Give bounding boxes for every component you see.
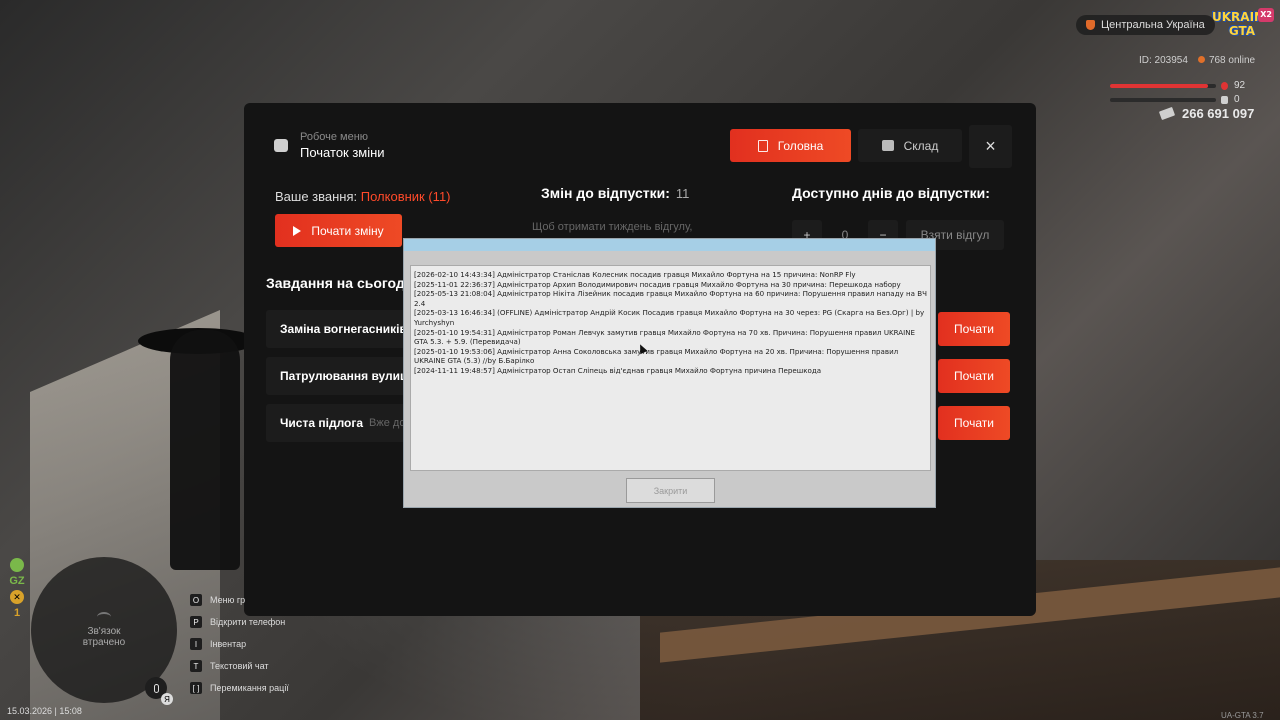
heart-icon — [1221, 82, 1228, 90]
money-display: 266 691 097 — [1158, 106, 1255, 121]
key-hints: O Меню гр P Відкрити телефон I Інвентар T Те… — [190, 589, 289, 699]
task-sub: Вже до — [369, 417, 406, 429]
key-hint-label: Текстовий чат — [210, 661, 269, 671]
tasks-heading: Завдання на сьогод — [266, 275, 405, 291]
dialog-titlebar[interactable] — [404, 239, 935, 251]
key: I — [190, 638, 202, 650]
briefcase-icon — [274, 139, 288, 152]
task-start-button[interactable]: Почати — [938, 312, 1010, 346]
shifts-to-vacation: Змін до відпустки: 11 — [541, 185, 689, 201]
task-name: Заміна вогнегасників — [280, 322, 406, 336]
start-shift-button[interactable]: Почати зміну — [275, 214, 402, 247]
shield-icon — [1086, 20, 1095, 30]
tab-storage[interactable]: Склад — [858, 129, 962, 162]
date-time: 15.03.2026 | 15:08 — [7, 706, 82, 716]
menu-header: Робоче меню Початок зміни — [274, 131, 385, 160]
armor-bar — [1110, 98, 1216, 102]
log-entry: [2026-02-10 14:43:34] Адміністратор Стан… — [414, 270, 856, 279]
key-hint: I Інвентар — [190, 633, 289, 655]
punishment-log-dialog: [2026-02-10 14:43:34] Адміністратор Стан… — [403, 238, 936, 508]
close-button[interactable]: × — [969, 125, 1012, 168]
region-label: Центральна Україна — [1101, 19, 1205, 31]
key: O — [190, 594, 202, 606]
start-shift-label: Почати зміну — [311, 223, 384, 238]
key-hint: [ ] Перемикання рації — [190, 677, 289, 699]
gz-count: 1 — [13, 607, 21, 619]
task-name: Патрулювання вулиць — [280, 369, 406, 383]
armor-icon — [1221, 96, 1228, 104]
tab-main-label: Головна — [777, 138, 824, 153]
key: P — [190, 616, 202, 628]
dialog-close-button[interactable]: Закрити — [626, 478, 715, 503]
gz-label: GZ — [9, 575, 25, 587]
board-icon — [757, 139, 768, 152]
armor-value: 0 — [1234, 94, 1240, 105]
shifts-note: Щоб отримати тиждень відгулу, — [532, 221, 693, 233]
key-hint: T Текстовий чат — [190, 655, 289, 677]
key-hint-label: Меню гр — [210, 595, 246, 605]
voice-badge: Я — [161, 693, 173, 705]
voice-chat-button[interactable]: Я — [145, 677, 173, 705]
no-signal-icon — [97, 612, 111, 622]
health-value: 92 — [1234, 80, 1246, 91]
shifts-value: 11 — [675, 186, 690, 201]
log-entry: [2025-03-13 16:46:34] (OFFLINE) Адмініст… — [414, 308, 925, 327]
online-count: 768 online — [1197, 55, 1255, 66]
key: [ ] — [190, 682, 202, 694]
gang-zone-indicator: GZ ✕ 1 — [9, 558, 25, 619]
menu-title: Початок зміни — [300, 145, 385, 160]
region-indicator: Центральна Україна — [1076, 15, 1215, 35]
money-value: 266 691 097 — [1182, 106, 1255, 121]
menu-subtitle: Робоче меню — [300, 131, 369, 143]
player-info: ID: 203954 768 online — [1139, 55, 1255, 66]
close-icon: × — [985, 136, 996, 156]
days-available-heading: Доступно днів до відпустки: — [792, 185, 990, 201]
game-version: UA-GTA 3.7 — [1221, 711, 1264, 720]
player-id: ID: 203954 — [1139, 55, 1188, 66]
health-fill — [1110, 84, 1208, 88]
shield-icon — [10, 558, 24, 572]
rank-label: Ваше звання: — [275, 189, 358, 204]
health-bar — [1110, 84, 1216, 88]
task-row: Чиста підлога Вже до — [266, 404, 406, 442]
rank-value: Полковник (11) — [360, 189, 451, 204]
log-entry: [2024-11-11 19:48:57] Адміністратор Оста… — [414, 365, 822, 375]
key-hint: O Меню гр — [190, 589, 289, 611]
task-row: Патрулювання вулиць — [266, 357, 406, 395]
task-row: Заміна вогнегасників — [266, 310, 406, 348]
online-icon — [1197, 56, 1205, 63]
log-entry: [2025-05-13 21:08:04] Адміністратор Нікі… — [414, 289, 927, 308]
player-character — [170, 330, 240, 570]
task-start-button[interactable]: Почати — [938, 359, 1010, 393]
key: T — [190, 660, 202, 672]
key-hint-label: Інвентар — [210, 639, 247, 649]
play-icon — [293, 225, 302, 236]
log-entry: [2025-11-01 22:36:37] Адміністратор Архи… — [414, 279, 901, 289]
task-start-button[interactable]: Почати — [938, 406, 1010, 440]
tab-main[interactable]: Головна — [730, 129, 851, 162]
log-entry: [2025-01-10 19:53:06] Адміністратор Анна… — [414, 346, 899, 366]
shifts-label: Змін до відпустки: — [541, 185, 670, 201]
key-hint-label: Перемикання рації — [210, 683, 289, 693]
rank-line: Ваше звання: Полковник (11) — [275, 189, 451, 204]
radar-status: Зв'язок втрачено — [82, 626, 126, 648]
logo-badge: X2 — [1258, 8, 1274, 22]
key-hint: P Відкрити телефон — [190, 611, 289, 633]
server-logo: UKRAINE GTA X2 — [1212, 8, 1274, 42]
key-hint-label: Відкрити телефон — [210, 617, 286, 627]
tab-storage-label: Склад — [903, 138, 939, 153]
microphone-icon — [153, 683, 159, 693]
task-name: Чиста підлога — [280, 416, 364, 430]
crossed-swords-icon: ✕ — [10, 590, 24, 604]
box-icon — [881, 140, 894, 151]
cash-icon — [1158, 106, 1176, 121]
log-list[interactable]: [2026-02-10 14:43:34] Адміністратор Стан… — [410, 265, 931, 471]
log-entry: [2025-01-10 19:54:31] Адміністратор Рома… — [414, 327, 916, 347]
